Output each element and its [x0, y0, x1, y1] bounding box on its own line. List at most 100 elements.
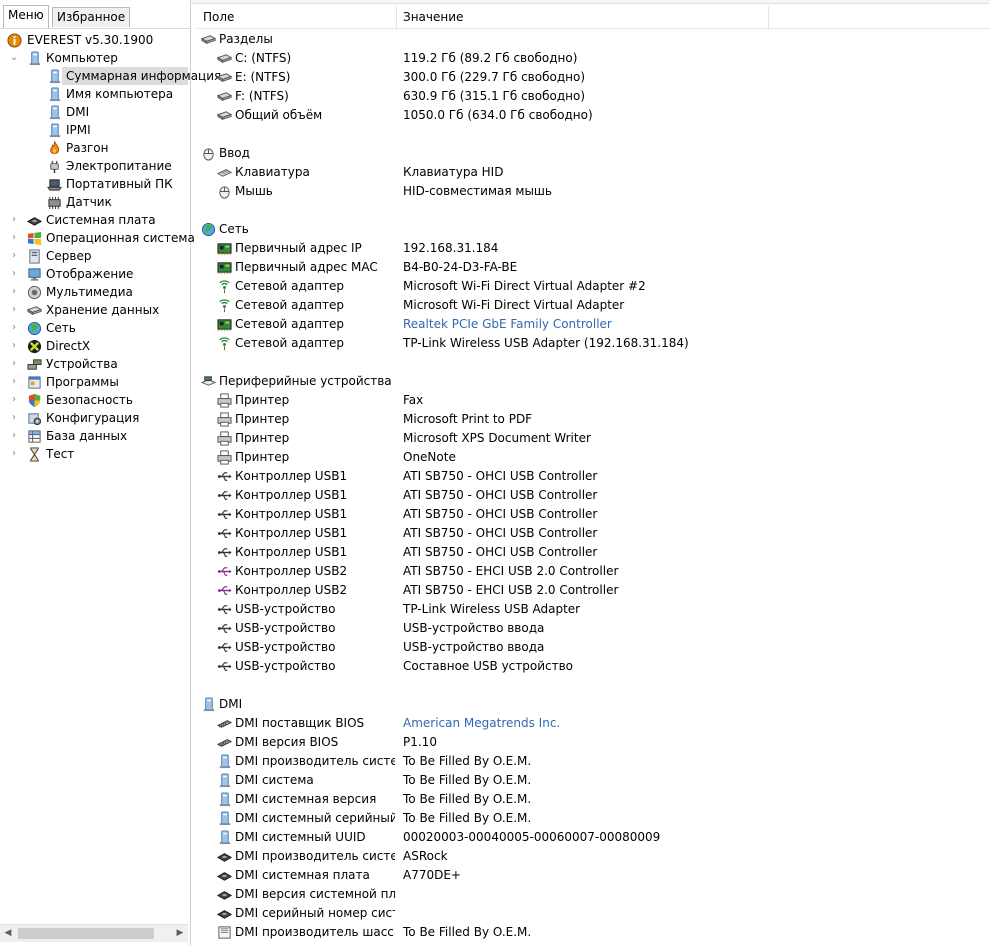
details-row[interactable]: DMI производитель систем... ASRock: [197, 847, 990, 866]
details-row[interactable]: E: (NTFS) 300.0 Гб (229.7 Гб свободно): [197, 68, 990, 87]
details-row[interactable]: DMI система To Be Filled By O.E.M.: [197, 771, 990, 790]
details-row[interactable]: Контроллер USB1 ATI SB750 - OHCI USB Cont…: [197, 467, 990, 486]
details-row[interactable]: Мышь HID-совместимая мышь: [197, 182, 990, 201]
tree-item[interactable]: › Конфигурация: [0, 409, 188, 427]
details-row[interactable]: Сетевой адаптер Realtek PCIe GbE Family C…: [197, 315, 990, 334]
details-row[interactable]: Сетевой адаптер TP-Link Wireless USB Adap…: [197, 334, 990, 353]
tree-item[interactable]: › Отображение: [0, 265, 188, 283]
expand-icon[interactable]: ›: [9, 319, 19, 337]
field-name: DMI система: [235, 773, 314, 787]
section-header[interactable]: Периферийные устройства: [197, 372, 990, 391]
tree-item[interactable]: › Мультимедиа: [0, 283, 188, 301]
tree-item[interactable]: EVEREST v5.30.1900: [0, 31, 188, 49]
details-row[interactable]: Контроллер USB1 ATI SB750 - OHCI USB Cont…: [197, 486, 990, 505]
details-row[interactable]: USB-устройство Составное USB устройство: [197, 657, 990, 676]
expand-icon[interactable]: ›: [9, 373, 19, 391]
tree-item[interactable]: › Сеть: [0, 319, 188, 337]
details-row[interactable]: Принтер Microsoft XPS Document Writer: [197, 429, 990, 448]
expand-icon[interactable]: ›: [9, 283, 19, 301]
tree-item[interactable]: › Тест: [0, 445, 188, 463]
details-row[interactable]: DMI системная версия To Be Filled By O.E.…: [197, 790, 990, 809]
section-header[interactable]: Сеть: [197, 220, 990, 239]
details-row[interactable]: Принтер Fax: [197, 391, 990, 410]
details-row[interactable]: DMI версия системной пла...: [197, 885, 990, 904]
field-name: Контроллер USB2: [235, 583, 348, 597]
scroll-right-arrow-icon[interactable]: ▶: [172, 925, 188, 942]
tree-item[interactable]: › Устройства: [0, 355, 188, 373]
details-row[interactable]: DMI производитель системы To Be Filled By…: [197, 752, 990, 771]
collapse-icon[interactable]: ⌄: [9, 49, 19, 67]
details-row[interactable]: Клавиатура Клавиатура HID: [197, 163, 990, 182]
tree-item[interactable]: › Системная плата: [0, 211, 188, 229]
expand-icon[interactable]: ›: [9, 211, 19, 229]
tree-item[interactable]: IPMI: [0, 121, 188, 139]
horizontal-scrollbar[interactable]: ◀ ▶: [0, 924, 188, 942]
details-row[interactable]: F: (NTFS) 630.9 Гб (315.1 Гб свободно): [197, 87, 990, 106]
expand-icon[interactable]: ›: [9, 409, 19, 427]
details-row[interactable]: Контроллер USB2 ATI SB750 - EHCI USB 2.0 …: [197, 581, 990, 600]
column-header-field[interactable]: Поле: [197, 6, 397, 28]
expand-icon[interactable]: ›: [9, 247, 19, 265]
expand-icon[interactable]: ›: [9, 391, 19, 409]
details-row[interactable]: Принтер OneNote: [197, 448, 990, 467]
wifi-icon: [217, 279, 233, 294]
details-row[interactable]: USB-устройство USB-устройство ввода: [197, 638, 990, 657]
tree-item[interactable]: Суммарная информация: [49, 67, 221, 85]
expand-icon[interactable]: ›: [9, 301, 19, 319]
expand-icon[interactable]: ›: [9, 355, 19, 373]
field-name: Клавиатура: [235, 165, 310, 179]
details-row[interactable]: USB-устройство TP-Link Wireless USB Adapt…: [197, 600, 990, 619]
details-row[interactable]: Сетевой адаптер Microsoft Wi-Fi Direct Vi…: [197, 296, 990, 315]
tree-item[interactable]: › Сервер: [0, 247, 188, 265]
details-row[interactable]: DMI поставщик BIOS American Megatrends In…: [197, 714, 990, 733]
field-value-link[interactable]: American Megatrends Inc.: [403, 714, 560, 733]
details-row[interactable]: Контроллер USB1 ATI SB750 - OHCI USB Cont…: [197, 505, 990, 524]
computer-icon: [217, 811, 233, 826]
details-row[interactable]: Первичный адрес MAC B4-B0-24-D3-FA-BE: [197, 258, 990, 277]
tree-item[interactable]: Датчик: [0, 193, 188, 211]
details-row[interactable]: C: (NTFS) 119.2 Гб (89.2 Гб свободно): [197, 49, 990, 68]
field-value-link[interactable]: Realtek PCIe GbE Family Controller: [403, 315, 612, 334]
expand-icon[interactable]: ›: [9, 265, 19, 283]
section-header[interactable]: Разделы: [197, 30, 990, 49]
tree-item[interactable]: Имя компьютера: [0, 85, 188, 103]
details-row[interactable]: USB-устройство USB-устройство ввода: [197, 619, 990, 638]
details-row[interactable]: Принтер Microsoft Print to PDF: [197, 410, 990, 429]
tab-favorites[interactable]: Избранное: [52, 7, 131, 27]
tree-item[interactable]: Портативный ПК: [0, 175, 188, 193]
tree-item[interactable]: › Безопасность: [0, 391, 188, 409]
expand-icon[interactable]: ›: [9, 229, 19, 247]
tree-item[interactable]: ⌄ Компьютер: [0, 49, 188, 67]
details-row[interactable]: Контроллер USB1 ATI SB750 - OHCI USB Cont…: [197, 543, 990, 562]
details-row[interactable]: DMI системный серийный ... To Be Filled B…: [197, 809, 990, 828]
section-header[interactable]: Ввод: [197, 144, 990, 163]
tab-menu[interactable]: Меню: [3, 5, 49, 28]
details-row[interactable]: DMI системная плата A770DE+: [197, 866, 990, 885]
details-row[interactable]: Сетевой адаптер Microsoft Wi-Fi Direct Vi…: [197, 277, 990, 296]
tree-item[interactable]: › Программы: [0, 373, 188, 391]
tree-item[interactable]: › Хранение данных: [0, 301, 188, 319]
expand-icon[interactable]: ›: [9, 445, 19, 463]
details-row[interactable]: Контроллер USB2 ATI SB750 - EHCI USB 2.0 …: [197, 562, 990, 581]
details-row[interactable]: Общий объём 1050.0 Гб (634.0 Гб свободно): [197, 106, 990, 125]
details-row[interactable]: DMI серийный номер сист...: [197, 904, 990, 923]
tree-item[interactable]: Разгон: [0, 139, 188, 157]
field-name: Сетевой адаптер: [235, 317, 345, 331]
tree-item[interactable]: Электропитание: [0, 157, 188, 175]
details-row[interactable]: DMI системный UUID 00020003-00040005-0006…: [197, 828, 990, 847]
tree-item[interactable]: › DirectX: [0, 337, 188, 355]
tree-item[interactable]: DMI: [0, 103, 188, 121]
tree-item[interactable]: › Операционная система: [0, 229, 195, 247]
scrollbar-thumb[interactable]: [18, 928, 154, 939]
expand-icon[interactable]: ›: [9, 427, 19, 445]
details-row[interactable]: Первичный адрес IP 192.168.31.184: [197, 239, 990, 258]
column-header-value[interactable]: Значение: [397, 6, 769, 28]
expand-icon[interactable]: ›: [9, 337, 19, 355]
details-row[interactable]: DMI версия BIOS P1.10: [197, 733, 990, 752]
section-header[interactable]: DMI: [197, 695, 990, 714]
wifi-icon: [217, 298, 233, 313]
scroll-left-arrow-icon[interactable]: ◀: [0, 925, 16, 942]
tree-item[interactable]: › База данных: [0, 427, 188, 445]
details-row[interactable]: DMI производитель шасси To Be Filled By O…: [197, 923, 990, 942]
details-row[interactable]: Контроллер USB1 ATI SB750 - OHCI USB Cont…: [197, 524, 990, 543]
